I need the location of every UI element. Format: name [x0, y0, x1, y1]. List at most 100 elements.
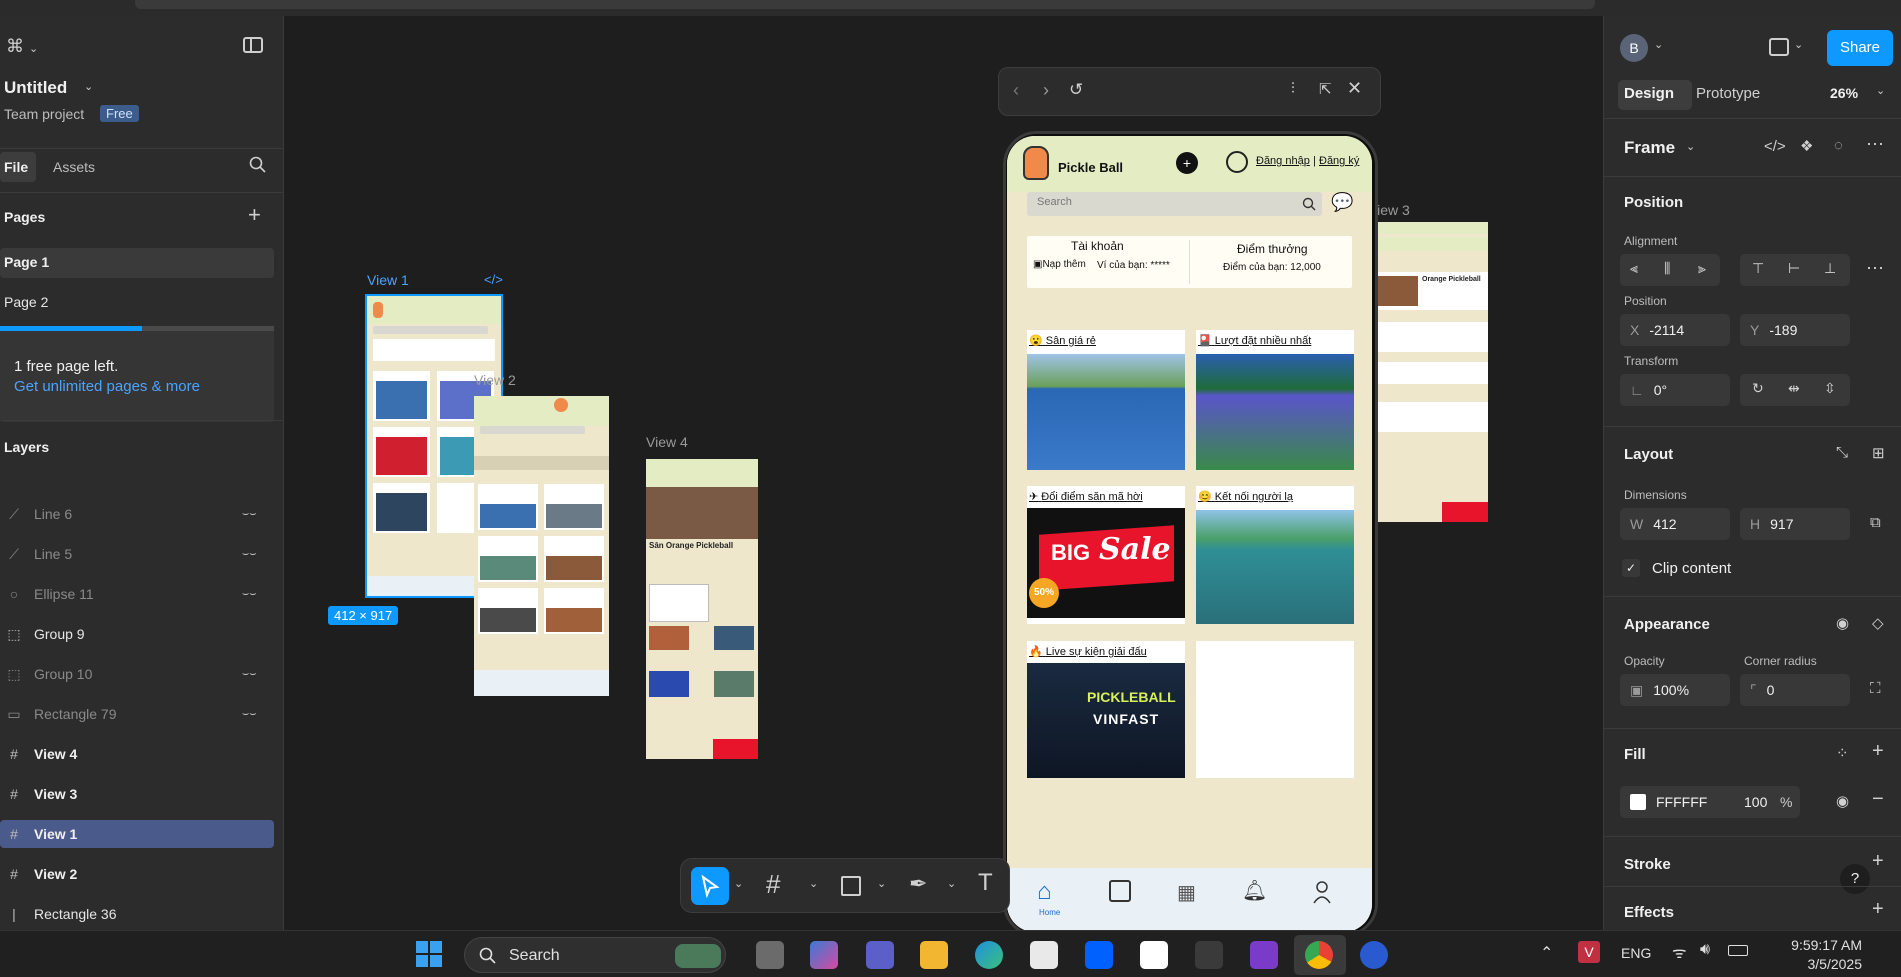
- frame-view3[interactable]: Orange Pickleball: [1368, 222, 1488, 522]
- clock-date[interactable]: 3/5/2025: [1772, 956, 1863, 972]
- chevron-down-icon[interactable]: ⌄: [734, 877, 743, 890]
- share-button[interactable]: Share: [1827, 30, 1893, 66]
- store-icon[interactable]: [1030, 941, 1058, 969]
- frame-tool-icon[interactable]: #: [766, 869, 780, 900]
- grid-icon[interactable]: ▦: [1177, 880, 1196, 905]
- dropbox-icon[interactable]: [1085, 941, 1113, 969]
- rotation-input[interactable]: ∟ 0°: [1620, 374, 1730, 406]
- align-right-icon[interactable]: ⫸: [1698, 260, 1706, 277]
- layer-item[interactable]: ⬚ Group 9: [0, 620, 274, 648]
- tab-assets[interactable]: Assets: [53, 159, 95, 175]
- chrome-icon[interactable]: [1305, 941, 1333, 969]
- layer-item[interactable]: ⬚ Group 10 ⌣⌣: [0, 660, 274, 688]
- phone-screen[interactable]: Pickle Ball + Đăng nhập | Đăng ký Search…: [1007, 136, 1372, 932]
- pen-tool-icon[interactable]: ✒: [909, 871, 927, 897]
- register-link[interactable]: Đăng ký: [1319, 155, 1359, 167]
- frame-label-view4[interactable]: View 4: [646, 434, 688, 450]
- clock-time[interactable]: 9:59:17 AM: [1772, 937, 1862, 953]
- profile-icon[interactable]: [1312, 880, 1332, 904]
- task-view-icon[interactable]: [756, 941, 784, 969]
- file-name[interactable]: Untitled: [4, 78, 67, 98]
- remove-fill-icon[interactable]: −: [1872, 788, 1884, 811]
- tools-icon[interactable]: [1195, 941, 1223, 969]
- layer-item[interactable]: | Rectangle 36: [0, 900, 274, 928]
- frame-view4[interactable]: Sân Orange Pickleball: [646, 459, 758, 759]
- search-icon[interactable]: [249, 156, 266, 173]
- bell-icon[interactable]: 🔔︎: [1242, 878, 1267, 903]
- flip-horizontal-icon[interactable]: ⇹: [1788, 380, 1800, 397]
- text-tool-icon[interactable]: T: [978, 869, 993, 897]
- visual-studio-icon[interactable]: [1250, 941, 1278, 969]
- layer-item[interactable]: # View 3: [0, 780, 274, 808]
- layer-item[interactable]: ⟋ Line 6 ⌣⌣: [0, 500, 274, 528]
- width-input[interactable]: W 412: [1620, 508, 1730, 540]
- hidden-eye-icon[interactable]: ⌣⌣: [242, 508, 260, 521]
- volume-icon[interactable]: 🔊︎: [1700, 941, 1710, 959]
- align-left-icon[interactable]: ⫷: [1630, 260, 1638, 277]
- settings-sliders-icon[interactable]: ⫶: [1291, 80, 1295, 97]
- chevron-down-icon[interactable]: ⌄: [877, 877, 886, 890]
- card-most-booked[interactable]: 🎴 Lượt đặt nhiều nhất: [1196, 330, 1354, 470]
- open-external-icon[interactable]: ⇱: [1319, 80, 1332, 98]
- align-middle-icon[interactable]: ⊢: [1788, 260, 1800, 277]
- chevron-down-icon[interactable]: ⌄: [809, 877, 818, 890]
- fill-color-input[interactable]: FFFFFF 100 %: [1620, 786, 1800, 818]
- battery-icon[interactable]: [1728, 945, 1748, 956]
- team-name[interactable]: Team project: [4, 106, 84, 122]
- hidden-eye-icon[interactable]: ⌣⌣: [242, 668, 260, 681]
- card-meet-strangers[interactable]: 😊 Kết nối người lạ: [1196, 486, 1354, 624]
- code-icon[interactable]: </>: [484, 272, 503, 287]
- present-icon[interactable]: [1769, 38, 1789, 56]
- taskbar-search[interactable]: Search: [464, 937, 726, 973]
- close-icon[interactable]: ✕: [1347, 78, 1362, 99]
- hidden-eye-icon[interactable]: ⌣⌣: [242, 548, 260, 561]
- layer-item[interactable]: ▭ Rectangle 79 ⌣⌣: [0, 700, 274, 728]
- page-item-1[interactable]: Page 1: [4, 254, 49, 270]
- tab-design[interactable]: Design: [1624, 85, 1674, 102]
- wifi-icon[interactable]: ᯤ: [1672, 941, 1687, 963]
- frame-label-view1[interactable]: View 1: [367, 272, 409, 288]
- sidebar-toggle-icon[interactable]: [243, 37, 263, 53]
- mask-icon[interactable]: ◌: [1834, 137, 1843, 154]
- frame-type-label[interactable]: Frame: [1624, 138, 1675, 158]
- layer-item[interactable]: # View 1: [0, 820, 274, 848]
- visibility-eye-icon[interactable]: ◉: [1836, 614, 1849, 632]
- back-icon[interactable]: ‹: [1013, 80, 1019, 101]
- language-indicator[interactable]: ENG: [1621, 945, 1651, 961]
- card-redeem-points[interactable]: ✈ Đổi điểm săn mã hời BIG Sale 50%: [1027, 486, 1185, 624]
- fill-visibility-eye-icon[interactable]: ◉: [1836, 792, 1849, 810]
- search-field[interactable]: Search: [1027, 192, 1322, 216]
- chevron-down-icon[interactable]: ⌄: [1654, 38, 1663, 51]
- height-input[interactable]: H 917: [1740, 508, 1850, 540]
- more-icon[interactable]: ⋯: [1866, 258, 1884, 279]
- align-center-icon[interactable]: ⫼: [1664, 260, 1670, 277]
- resize-to-fit-icon[interactable]: ⧉: [1870, 514, 1881, 531]
- add-page-icon[interactable]: +: [248, 202, 261, 228]
- windows-start-icon[interactable]: [416, 941, 442, 967]
- independent-corners-icon[interactable]: ⛶: [1870, 680, 1881, 697]
- chevron-down-icon[interactable]: ⌄: [1686, 140, 1695, 153]
- x-position-input[interactable]: X -2114: [1620, 314, 1730, 346]
- file-explorer-icon[interactable]: [920, 941, 948, 969]
- flip-vertical-icon[interactable]: ⇳: [1824, 380, 1836, 397]
- frame-label-view2[interactable]: View 2: [474, 372, 516, 388]
- app-icon[interactable]: [1360, 941, 1388, 969]
- teams-icon[interactable]: [866, 941, 894, 969]
- dev-mode-icon[interactable]: </>: [1764, 138, 1786, 155]
- opacity-input[interactable]: ▣ 100%: [1620, 674, 1730, 706]
- clip-content-checkbox[interactable]: ✓: [1622, 559, 1640, 577]
- home-icon[interactable]: ⌂: [1037, 878, 1052, 906]
- chat-icon[interactable]: 💬: [1331, 192, 1353, 213]
- file-menu-chevron-icon[interactable]: ⌄: [84, 80, 93, 93]
- bag-icon[interactable]: [1109, 880, 1131, 902]
- rectangle-tool-icon[interactable]: [841, 876, 861, 896]
- add-stroke-icon[interactable]: +: [1872, 850, 1884, 873]
- frame-view2[interactable]: [474, 396, 609, 696]
- copilot-icon[interactable]: [810, 941, 838, 969]
- layer-item[interactable]: ○ Ellipse 11 ⌣⌣: [0, 580, 274, 608]
- tray-chevron-up-icon[interactable]: ⌃: [1540, 943, 1553, 963]
- auto-layout-icon[interactable]: ⤡: [1836, 444, 1848, 461]
- canvas[interactable]: View 1 </> 412 × 917 View 2 View 4 Sân O…: [285, 16, 1603, 930]
- zoom-level[interactable]: 26%: [1830, 85, 1858, 101]
- card-cheap-courts[interactable]: 😮 Sân giá rẻ: [1027, 330, 1185, 470]
